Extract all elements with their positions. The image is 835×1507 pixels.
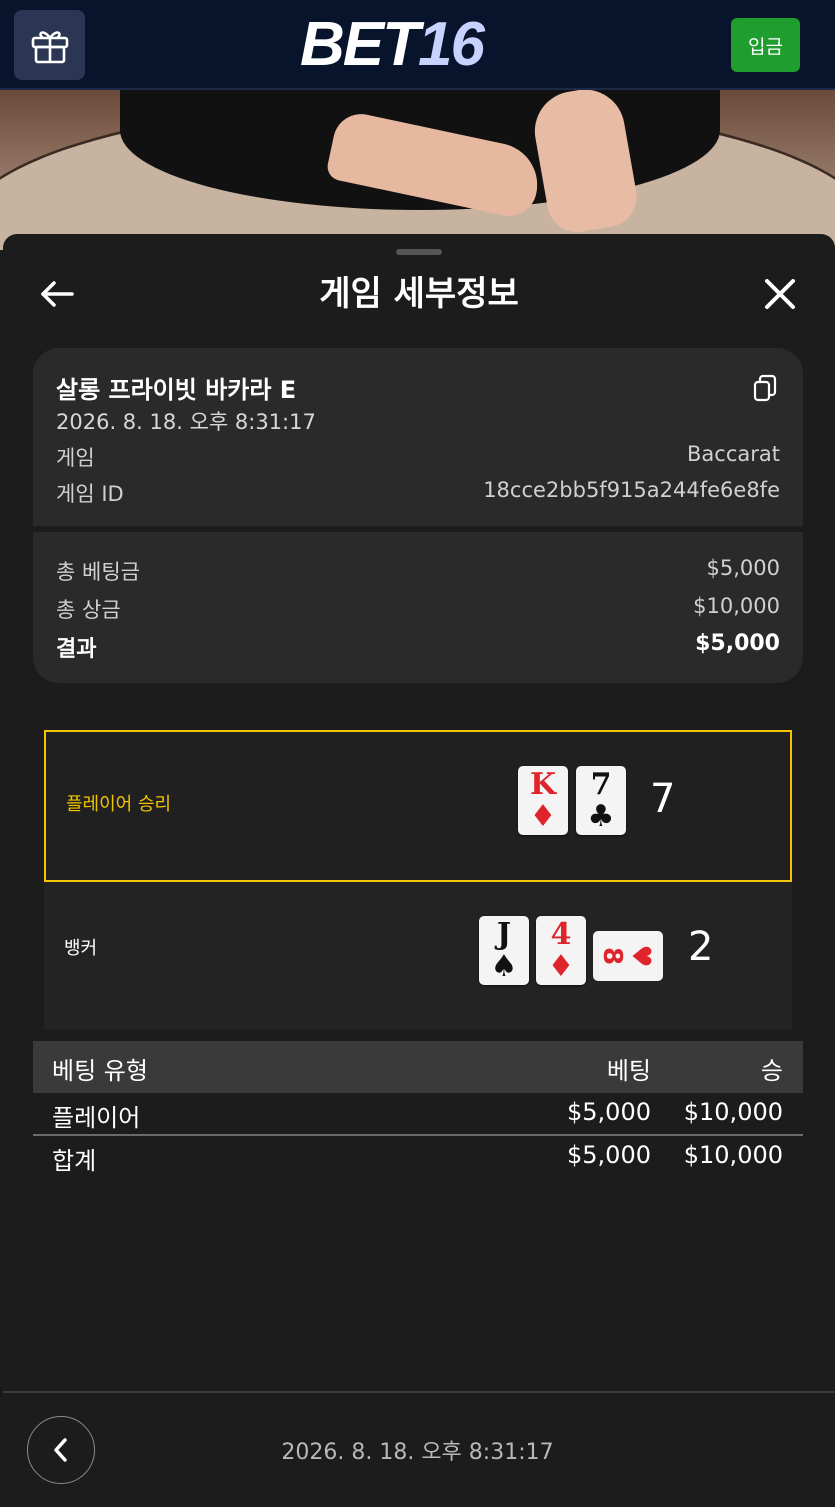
- card-rank: K: [529, 767, 557, 802]
- game-info-card: 살롱 프라이빗 바카라 E 2026. 8. 18. 오후 8:31:17 게임…: [33, 348, 803, 683]
- total-win-row: 총 상금 $10,000: [56, 594, 780, 624]
- game-value: Baccarat: [687, 442, 780, 466]
- table-total-row: 합계 $5,000 $10,000: [33, 1141, 803, 1183]
- player-card-1: K ♦: [518, 766, 568, 835]
- game-datetime: 2026. 8. 18. 오후 8:31:17: [56, 410, 316, 434]
- diamond-suit-icon: ♦: [547, 949, 575, 984]
- club-suit-icon: ♣: [587, 799, 615, 834]
- spade-suit-icon: ♠: [490, 949, 518, 984]
- card-rank: 4: [550, 917, 572, 952]
- table-name: 살롱 프라이빗 바카라 E: [56, 376, 297, 404]
- card-rank: J: [496, 917, 512, 952]
- player-card-2: 7 ♣: [576, 766, 626, 835]
- col-win: 승: [760, 1057, 783, 1085]
- total-bet-label: 총 베팅금: [56, 560, 140, 584]
- heart-suit-icon: ♥: [626, 944, 657, 968]
- footer-datetime: 2026. 8. 18. 오후 8:31:17: [281, 1440, 554, 1465]
- card-rank: 7: [590, 767, 612, 802]
- sheet-title: 게임 세부정보: [319, 274, 519, 314]
- copy-icon[interactable]: [753, 374, 777, 402]
- game-id-value[interactable]: 18cce2bb5f915a244fe6e8fe: [483, 478, 780, 508]
- result-label: 결과: [56, 637, 97, 662]
- player-win-label: 플레이어 승리: [66, 794, 172, 815]
- brand-logo[interactable]: BET16: [300, 8, 540, 79]
- game-label: 게임: [56, 446, 95, 470]
- total-label-cell: 합계: [52, 1147, 97, 1175]
- player-result-box: 플레이어 승리 K ♦ 7 ♣ 7: [44, 730, 792, 882]
- close-icon[interactable]: [763, 277, 797, 311]
- drag-handle[interactable]: [396, 249, 442, 255]
- game-id-row: 게임 ID 18cce2bb5f915a244fe6e8fe: [56, 478, 780, 508]
- bet-type-cell: 플레이어: [52, 1104, 141, 1132]
- win-amount-cell: $10,000: [683, 1098, 783, 1126]
- player-score: 7: [650, 776, 676, 822]
- card-divider: [33, 526, 803, 532]
- bet-table-header: 베팅 유형 베팅 승: [33, 1041, 803, 1093]
- deposit-button[interactable]: 입금: [731, 18, 800, 72]
- gift-button[interactable]: [14, 10, 85, 80]
- game-details-sheet: 게임 세부정보 살롱 프라이빗 바카라 E 2026. 8. 18. 오후 8:…: [3, 234, 835, 1507]
- col-bet: 베팅: [606, 1057, 651, 1085]
- live-video-background: [0, 90, 835, 250]
- top-bar: BET16 입금: [0, 0, 835, 90]
- total-bet-value: $5,000: [706, 556, 780, 580]
- game-id-label: 게임 ID: [56, 482, 124, 506]
- banker-result-box: 뱅커 J ♠ 4 ♦ 8 ♥ 2: [44, 882, 792, 1030]
- card-rank: 8: [597, 946, 628, 966]
- banker-card-3-sideways: 8 ♥: [593, 931, 663, 981]
- gift-icon: [31, 31, 68, 64]
- total-bet-cell: $5,000: [567, 1141, 651, 1169]
- total-bet-row: 총 베팅금 $5,000: [56, 556, 780, 586]
- table-divider: [33, 1134, 803, 1136]
- banker-score: 2: [688, 924, 714, 970]
- banker-label: 뱅커: [64, 938, 98, 959]
- banker-card-1: J ♠: [479, 916, 529, 985]
- total-win-label: 총 상금: [56, 598, 121, 622]
- game-row: 게임 Baccarat: [56, 442, 780, 472]
- banker-card-2: 4 ♦: [536, 916, 586, 985]
- diamond-suit-icon: ♦: [529, 799, 557, 834]
- total-win-cell: $10,000: [683, 1141, 783, 1169]
- footer-divider: [3, 1391, 835, 1393]
- bet-amount-cell: $5,000: [567, 1098, 651, 1126]
- col-bet-type: 베팅 유형: [52, 1057, 148, 1085]
- result-value: $5,000: [695, 631, 780, 656]
- result-row: 결과 $5,000: [56, 631, 780, 663]
- total-win-value: $10,000: [693, 594, 780, 618]
